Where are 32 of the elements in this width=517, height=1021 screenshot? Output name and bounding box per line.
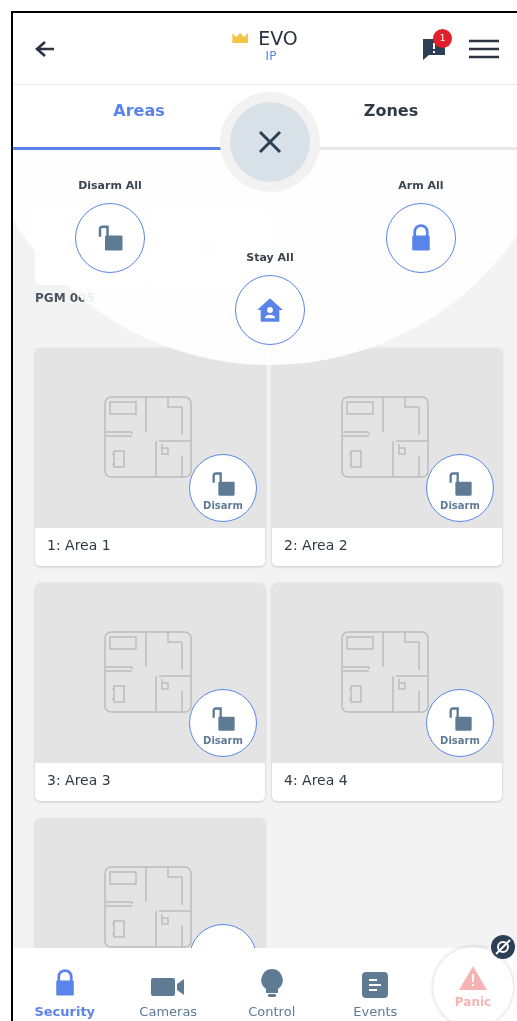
warning-icon [458, 965, 488, 991]
area-name: 2: Area 2 [283, 536, 349, 555]
area-lock-button[interactable]: Disarm [426, 454, 494, 522]
house-icon [256, 296, 284, 324]
device-subtitle: IP [265, 49, 277, 63]
menu-icon[interactable] [469, 38, 499, 59]
notification-count: 1 [433, 28, 452, 48]
nav-item[interactable]: Control [220, 968, 324, 1019]
nav-item[interactable]: Events [323, 972, 427, 1019]
action-label: Arm All [398, 178, 444, 194]
action-label: Stay All [246, 250, 294, 266]
nav-item[interactable]: Security [13, 968, 117, 1019]
back-arrow-icon[interactable] [35, 39, 55, 58]
action-label: Disarm All [78, 178, 142, 194]
area-lock-button[interactable]: Disarm [189, 689, 257, 757]
crown-icon [232, 33, 249, 43]
area-lock-button[interactable]: Disarm [189, 454, 257, 522]
area-card[interactable]: Disarm 1: Area 1 [35, 348, 265, 566]
light-bulb-icon [259, 968, 284, 998]
video-camera-icon [151, 976, 186, 998]
close-icon [258, 130, 282, 154]
area-lock-button[interactable]: Disarm [426, 689, 494, 757]
close-button[interactable] [230, 102, 310, 182]
list-icon [362, 972, 389, 998]
area-name: 3: Area 3 [46, 771, 112, 790]
area-name: 1: Area 1 [46, 536, 112, 555]
area-card[interactable]: Disarm 4: Area 4 [272, 583, 502, 801]
device-title: EVO [258, 27, 298, 49]
area-name: 4: Area 4 [283, 771, 349, 790]
nav-item[interactable]: Cameras [116, 976, 220, 1019]
area-card[interactable]: Disarm 3: Area 3 [35, 583, 265, 801]
area-card[interactable]: Disarm 2: Area 2 [272, 348, 502, 566]
